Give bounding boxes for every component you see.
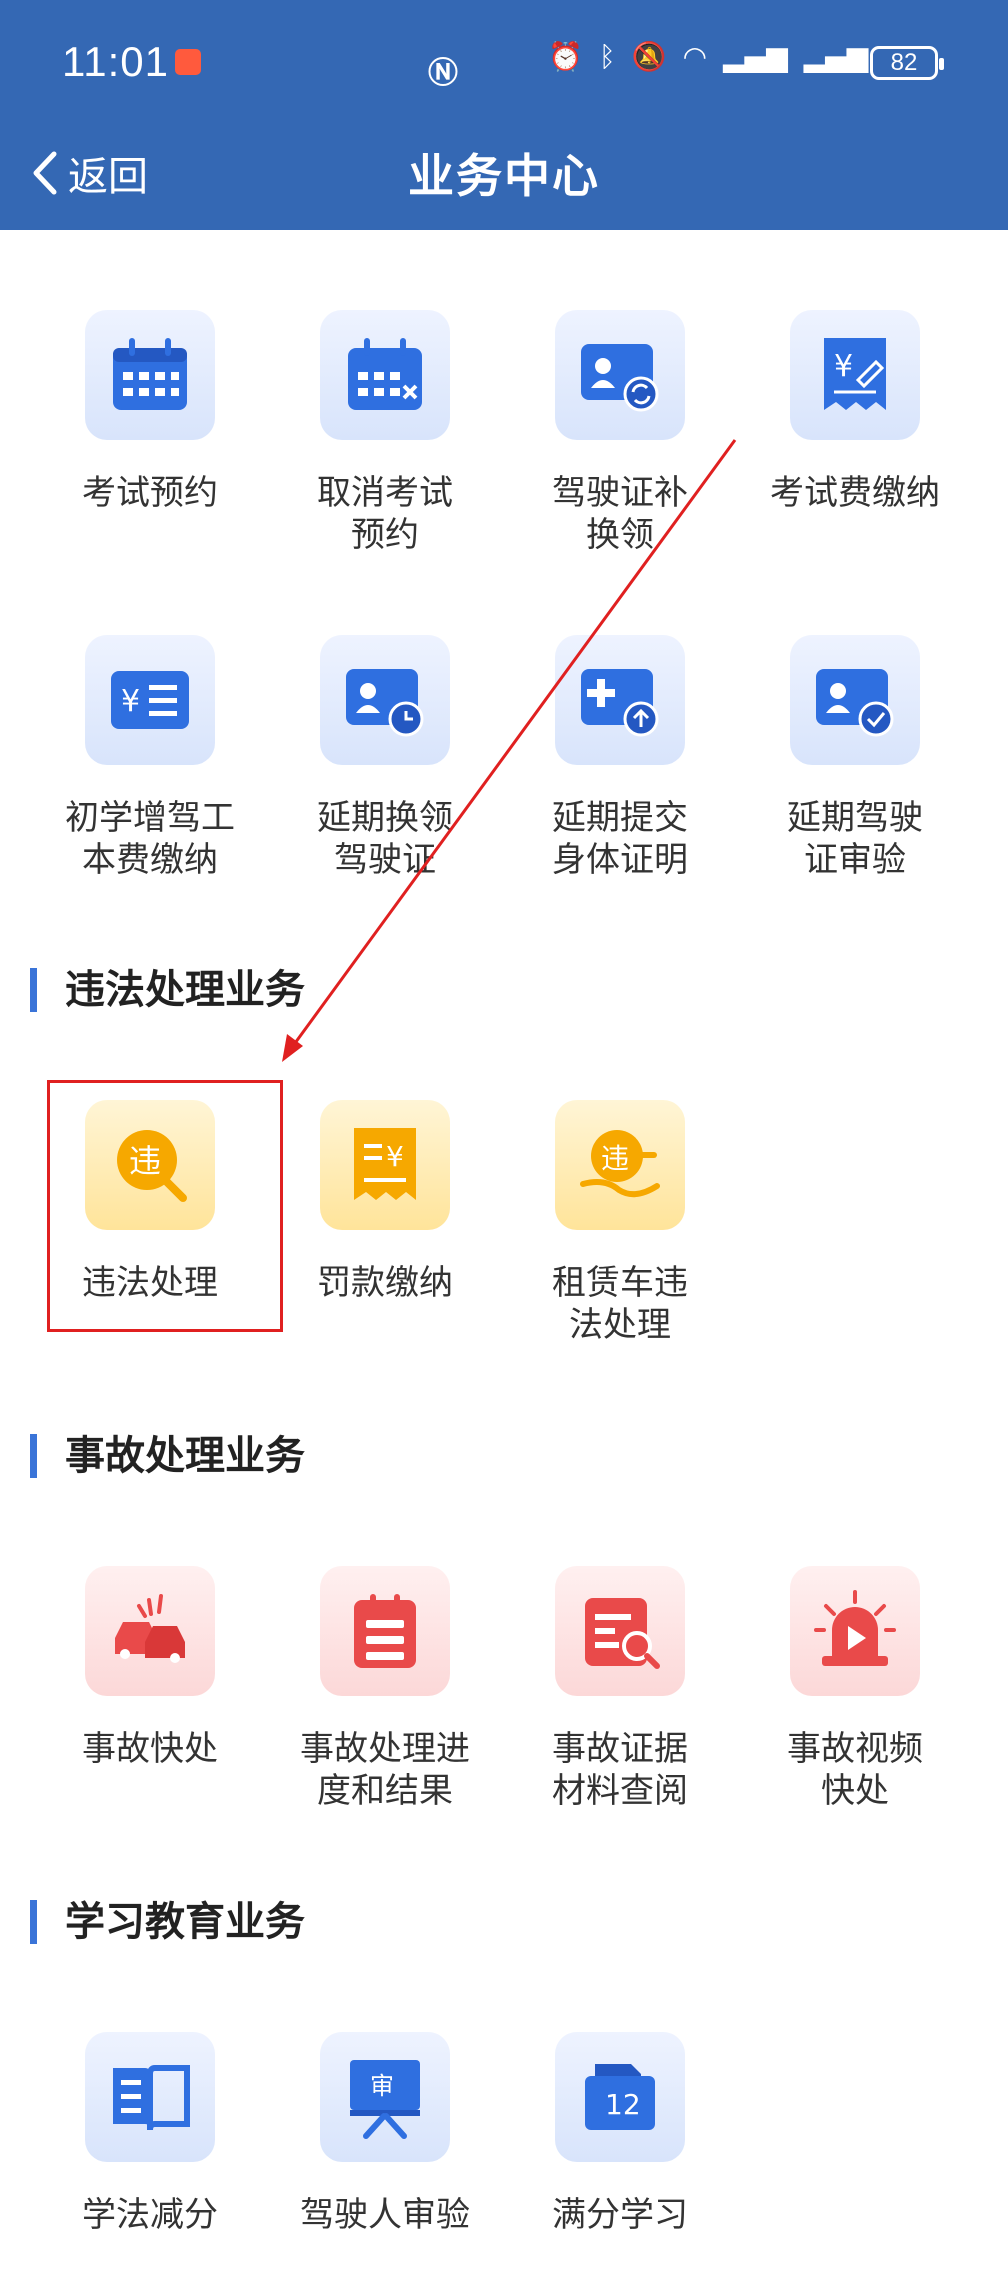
service-accident-progress[interactable]: 事故处理进度和结果 bbox=[285, 1566, 485, 1812]
service-label: 事故快处 bbox=[82, 1729, 218, 1769]
status-bar: 11:01 Ⓝ ⏰ ᛒ 🔕 ◠ ▂▄▆ ▂▄▆ 82 bbox=[0, 0, 1008, 125]
page-title: 业务中心 bbox=[408, 149, 600, 203]
section-title-violation: 违法处理业务 bbox=[30, 968, 305, 1012]
service-label: 驾驶人审验 bbox=[300, 2195, 470, 2235]
service-accident-evidence[interactable]: 事故证据材料查阅 bbox=[520, 1566, 720, 1812]
service-label: 延期提交身体证明 bbox=[552, 798, 688, 880]
section-title-education: 学习教育业务 bbox=[30, 1900, 305, 1944]
fine-receipt-icon: ¥ bbox=[354, 1128, 416, 1200]
yuan-list-icon: ¥ bbox=[111, 671, 189, 729]
service-accident-video[interactable]: 事故视频快处 bbox=[755, 1566, 955, 1812]
service-rental-violation[interactable]: 违 租赁车违法处理 bbox=[520, 1100, 720, 1346]
signal-icon: ▂▄▆ bbox=[723, 40, 788, 73]
car-collision-icon bbox=[115, 1594, 185, 1663]
service-delay-medical[interactable]: 延期提交身体证明 bbox=[520, 635, 720, 881]
medical-upload-icon bbox=[581, 669, 659, 737]
service-label: 驾驶证补换领 bbox=[552, 473, 688, 555]
service-exam-booking[interactable]: 考试预约 bbox=[50, 310, 250, 514]
highlight-box bbox=[47, 1080, 283, 1332]
service-label: 考试费缴纳 bbox=[770, 473, 940, 513]
battery-indicator: 82 bbox=[870, 46, 944, 80]
receipt-yuan-icon: ¥ bbox=[824, 338, 886, 410]
service-label: 租赁车违法处理 bbox=[552, 1263, 688, 1345]
service-label: 事故证据材料查阅 bbox=[552, 1729, 688, 1811]
service-license-renew[interactable]: 驾驶证补换领 bbox=[520, 310, 720, 556]
svg-text:¥: ¥ bbox=[121, 684, 140, 719]
service-label: 事故处理进度和结果 bbox=[300, 1729, 470, 1811]
rental-violation-icon: 违 bbox=[580, 1130, 660, 1198]
alarm-icon: ⏰ bbox=[548, 40, 583, 73]
service-label: 延期驾驶证审验 bbox=[787, 798, 923, 880]
service-label: 满分学习 bbox=[552, 2195, 688, 2235]
service-label: 延期换领驾驶证 bbox=[317, 798, 453, 880]
svg-text:违: 违 bbox=[601, 1142, 629, 1175]
section-title-accident: 事故处理业务 bbox=[30, 1434, 305, 1478]
service-label: 考试预约 bbox=[82, 473, 218, 513]
license-clock-icon bbox=[346, 669, 424, 737]
service-exam-fee[interactable]: ¥ 考试费缴纳 bbox=[755, 310, 955, 514]
clipboard-icon bbox=[354, 1594, 416, 1668]
app-notification-icon bbox=[175, 49, 201, 75]
app-header: 11:01 Ⓝ ⏰ ᛒ 🔕 ◠ ▂▄▆ ▂▄▆ 82 返回 业务中心 bbox=[0, 0, 1008, 230]
license-check-icon bbox=[816, 669, 894, 737]
status-icons: ⏰ ᛒ 🔕 ◠ ▂▄▆ ▂▄▆ bbox=[548, 40, 868, 73]
service-label: 事故视频快处 bbox=[787, 1729, 923, 1811]
review-board-icon: 审 bbox=[350, 2060, 420, 2139]
signal-4g-icon: ▂▄▆ bbox=[803, 40, 869, 73]
bluetooth-icon: ᛒ bbox=[598, 40, 616, 73]
service-label: 取消考试预约 bbox=[317, 473, 453, 555]
nfc-icon: Ⓝ bbox=[428, 56, 458, 91]
svg-text:¥: ¥ bbox=[386, 1140, 404, 1173]
service-label: 初学增驾工本费缴纳 bbox=[65, 798, 235, 880]
service-accident-quick[interactable]: 事故快处 bbox=[50, 1566, 250, 1770]
calendar-cancel-icon bbox=[348, 338, 422, 410]
calendar-icon bbox=[113, 338, 187, 410]
service-label: 罚款缴纳 bbox=[317, 1263, 453, 1303]
book-icon bbox=[113, 2065, 190, 2131]
service-label: 学法减分 bbox=[82, 2195, 218, 2235]
siren-video-icon bbox=[814, 1590, 896, 1666]
svg-text:¥: ¥ bbox=[834, 349, 853, 384]
wifi-icon: ◠ bbox=[682, 40, 707, 73]
service-cancel-exam[interactable]: 取消考试预约 bbox=[285, 310, 485, 556]
service-delay-review[interactable]: 延期驾驶证审验 bbox=[755, 635, 955, 881]
mute-icon: 🔕 bbox=[631, 40, 667, 73]
service-delay-renew[interactable]: 延期换领驾驶证 bbox=[285, 635, 485, 881]
svg-text:审: 审 bbox=[370, 2072, 394, 2100]
service-study-deduct[interactable]: 学法减分 bbox=[50, 2032, 250, 2236]
service-driver-review[interactable]: 审 驾驶人审验 bbox=[285, 2032, 485, 2236]
document-search-icon bbox=[585, 1598, 660, 1669]
service-learner-fee[interactable]: ¥ 初学增驾工本费缴纳 bbox=[50, 635, 250, 881]
service-full-score-study[interactable]: 12 满分学习 bbox=[520, 2032, 720, 2236]
status-time: 11:01 bbox=[62, 38, 169, 85]
calendar-12-icon: 12 bbox=[585, 2064, 655, 2130]
license-refresh-icon bbox=[581, 344, 659, 412]
svg-text:12: 12 bbox=[605, 2088, 641, 2121]
service-fine-payment[interactable]: ¥ 罚款缴纳 bbox=[285, 1100, 485, 1304]
